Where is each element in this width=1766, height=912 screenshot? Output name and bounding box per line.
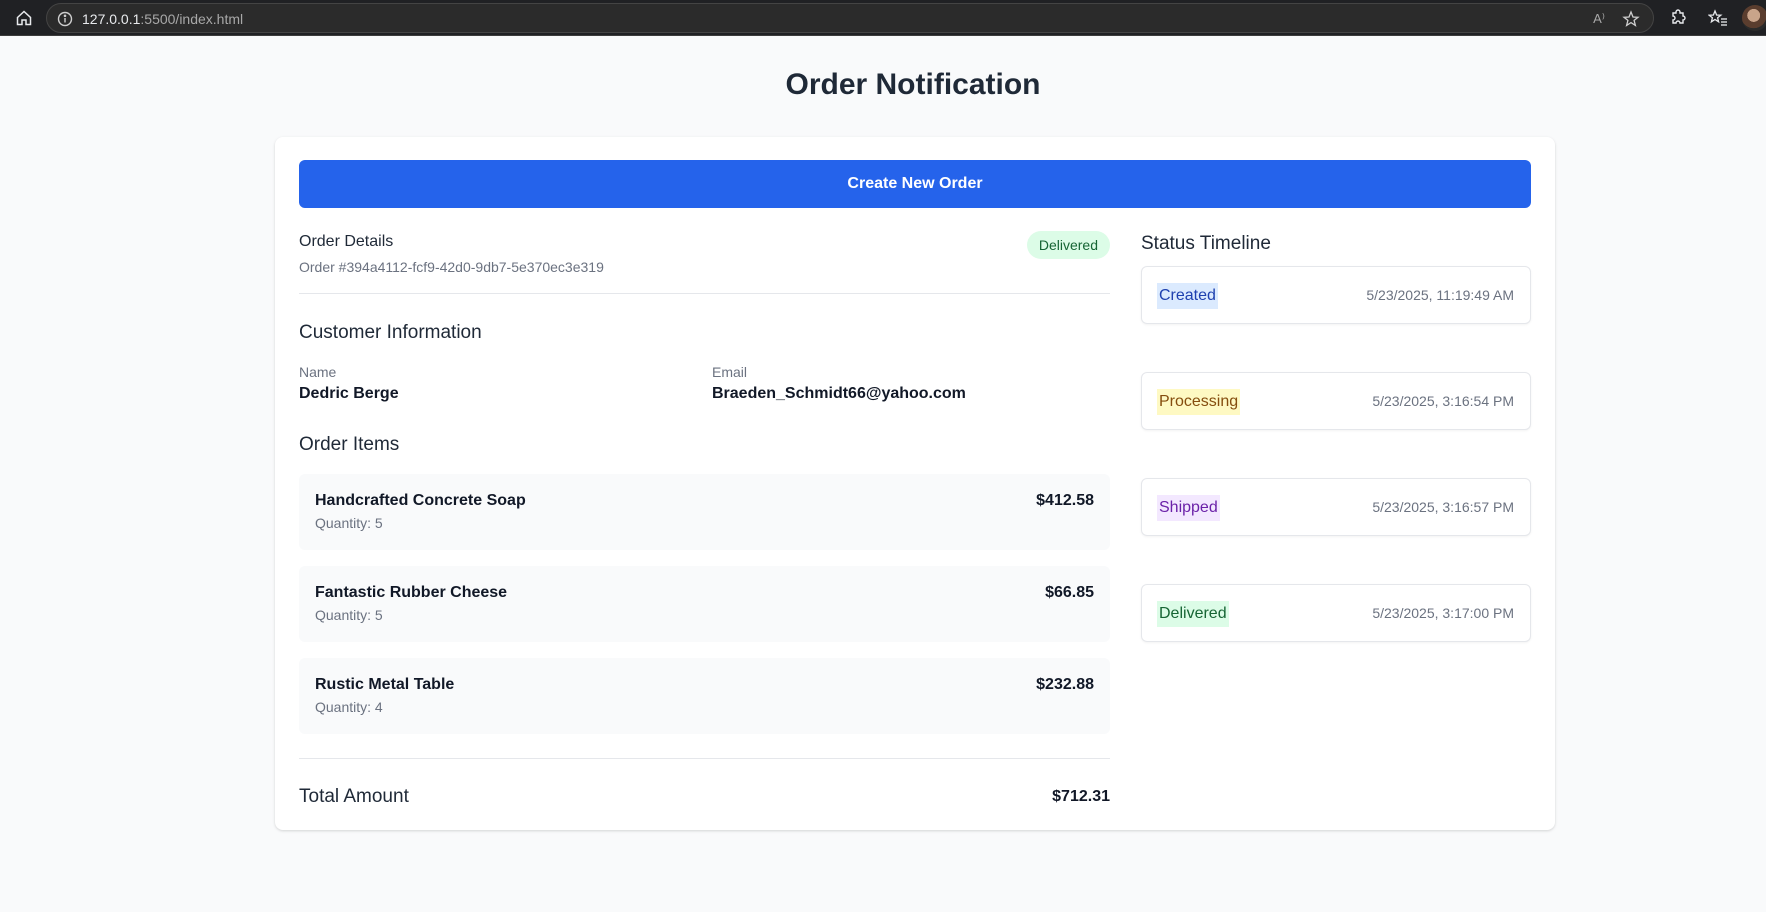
status-timeline-heading: Status Timeline	[1141, 233, 1271, 254]
order-card: Create New Order Order Details Order #39…	[275, 137, 1555, 830]
timeline-status: Processing	[1157, 389, 1241, 415]
order-details-title: Order Details	[299, 233, 394, 250]
profile-avatar[interactable]	[1742, 5, 1766, 31]
order-items-heading: Order Items	[299, 434, 400, 455]
url-text[interactable]: 127.0.0.1:5500/index.html	[82, 11, 243, 27]
timeline-status: Created	[1157, 283, 1218, 309]
item-quantity: Quantity: 5	[315, 607, 383, 623]
item-quantity: Quantity: 4	[315, 699, 383, 715]
site-info-icon[interactable]	[56, 10, 73, 27]
timeline-timestamp: 5/23/2025, 3:16:57 PM	[1372, 499, 1514, 515]
timeline-event: Shipped 5/23/2025, 3:16:57 PM	[1141, 478, 1531, 536]
browser-toolbar: 127.0.0.1:5500/index.html A⁾	[0, 0, 1766, 36]
timeline-timestamp: 5/23/2025, 11:19:49 AM	[1366, 287, 1514, 303]
item-name: Handcrafted Concrete Soap	[315, 492, 526, 509]
timeline-status: Shipped	[1157, 495, 1220, 521]
total-label: Total Amount	[299, 786, 409, 807]
item-price: $412.58	[1036, 492, 1094, 509]
address-bar[interactable]: 127.0.0.1:5500/index.html A⁾	[46, 3, 1654, 33]
timeline-timestamp: 5/23/2025, 3:17:00 PM	[1372, 605, 1514, 621]
list-item: Handcrafted Concrete Soap Quantity: 5 $4…	[299, 474, 1110, 550]
timeline-status: Delivered	[1157, 601, 1229, 627]
create-new-order-button[interactable]: Create New Order	[299, 160, 1531, 208]
url-path: :5500/index.html	[140, 11, 244, 27]
home-icon[interactable]	[13, 7, 35, 29]
email-label: Email	[712, 364, 748, 380]
divider	[299, 293, 1110, 294]
name-label: Name	[299, 364, 337, 380]
item-price: $66.85	[1045, 584, 1094, 601]
item-price: $232.88	[1036, 676, 1094, 693]
customer-info-heading: Customer Information	[299, 322, 482, 343]
timeline-event: Created 5/23/2025, 11:19:49 AM	[1141, 266, 1531, 324]
list-item: Rustic Metal Table Quantity: 4 $232.88	[299, 658, 1110, 734]
customer-name: Dedric Berge	[299, 385, 399, 402]
status-badge: Delivered	[1026, 231, 1110, 259]
item-name: Fantastic Rubber Cheese	[315, 584, 508, 601]
extensions-icon[interactable]	[1667, 7, 1689, 29]
favorites-icon[interactable]	[1707, 7, 1729, 29]
order-id: Order #394a4112-fcf9-42d0-9db7-5e370ec3e…	[299, 259, 604, 275]
star-icon[interactable]	[1621, 9, 1641, 29]
customer-email: Braeden_Schmidt66@yahoo.com	[712, 385, 966, 402]
read-aloud-icon[interactable]: A⁾	[1589, 9, 1609, 29]
list-item: Fantastic Rubber Cheese Quantity: 5 $66.…	[299, 566, 1110, 642]
item-quantity: Quantity: 5	[315, 515, 383, 531]
timeline-event: Processing 5/23/2025, 3:16:54 PM	[1141, 372, 1531, 430]
timeline-timestamp: 5/23/2025, 3:16:54 PM	[1372, 393, 1514, 409]
page-title: Order Notification	[785, 68, 1041, 101]
url-host: 127.0.0.1	[82, 11, 141, 27]
timeline-event: Delivered 5/23/2025, 3:17:00 PM	[1141, 584, 1531, 642]
total-value: $712.31	[1052, 788, 1110, 805]
item-name: Rustic Metal Table	[315, 676, 455, 693]
divider	[299, 758, 1110, 759]
